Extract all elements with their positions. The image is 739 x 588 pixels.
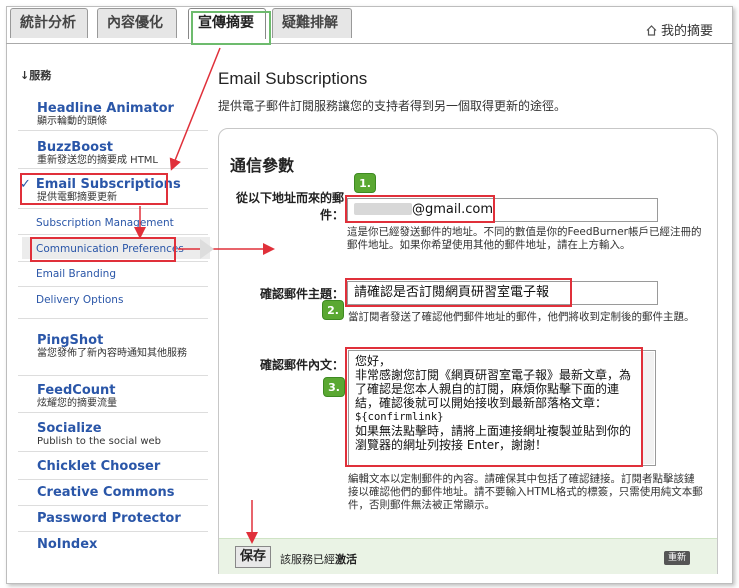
sidebar-item-chicklet-chooser[interactable]: Chicklet Chooser — [20, 460, 160, 474]
sidebar-item-label: Password Protector — [37, 511, 181, 526]
sidebar-item-desc: 顯示輪動的頭條 — [37, 116, 107, 127]
sidebar-item-noindex[interactable]: NoIndex — [20, 538, 97, 552]
status-value: 激活 — [335, 553, 357, 566]
step-badge-2: 2. — [322, 300, 344, 320]
sidebar-item-label: BuzzBoost — [37, 140, 114, 155]
sidebar-item-desc: 重新發送您的摘要成 HTML — [37, 155, 159, 166]
highlight-subject — [345, 278, 572, 307]
subitem-delivery-options[interactable]: Delivery Options — [36, 294, 123, 306]
sidebar-item-pingshot[interactable]: PingShot 當您發佈了新內容時通知其他服務 — [20, 333, 197, 360]
reactivate-button[interactable]: 重新 — [664, 551, 690, 565]
step-badge-3: 3. — [323, 377, 345, 397]
subitem-subscription-management[interactable]: Subscription Management — [36, 217, 174, 229]
from-address-label: 從以下地址而來的郵件： — [235, 191, 344, 222]
sidebar-item-password-protector[interactable]: Password Protector — [20, 512, 181, 526]
home-icon — [646, 25, 657, 36]
sidebar-item-label: Chicklet Chooser — [37, 459, 161, 474]
save-button[interactable]: 保存 — [235, 546, 271, 568]
divider — [18, 531, 208, 532]
tab-optimize[interactable]: 內容優化 — [97, 8, 177, 38]
sidebar-item-creative-commons[interactable]: Creative Commons — [20, 486, 175, 500]
highlight-email-subscriptions — [20, 173, 168, 205]
body-label: 確認郵件內文： — [259, 358, 344, 372]
step-badge-1: 1. — [354, 173, 376, 193]
subitem-email-branding[interactable]: Email Branding — [36, 268, 116, 280]
divider — [18, 375, 208, 376]
divider — [18, 168, 208, 169]
divider — [18, 130, 208, 131]
textarea-scrollbar[interactable] — [642, 352, 654, 464]
sidebar-item-buzzboost[interactable]: BuzzBoost 重新發送您的摘要成 HTML — [20, 140, 159, 167]
from-address-help: 這是你已經發送郵件的地址。不同的數值是你的FeedBurner帳戶已經注冊的郵件… — [347, 226, 702, 251]
divider — [18, 505, 208, 506]
body-help: 編輯文本以定制郵件的內容。請確保其中包括了確認鏈接。訂閱者點擊該鏈接以確認他們的… — [348, 473, 703, 511]
sidebar-item-label: Creative Commons — [37, 485, 175, 500]
sidebar-item-socialize[interactable]: Socialize Publish to the social web — [20, 421, 161, 448]
status-prefix: 該服務已經 — [280, 553, 335, 566]
divider — [18, 451, 208, 452]
divider — [18, 286, 208, 287]
panel-title: 通信參數 — [230, 156, 295, 175]
divider — [18, 479, 208, 480]
sidebar-item-feedcount[interactable]: FeedCount 炫耀您的摘要流量 — [20, 383, 117, 410]
sidebar-item-desc: 炫耀您的摘要流量 — [37, 398, 117, 409]
sidebar-item-label: FeedCount — [37, 383, 116, 398]
my-digest-label: 我的摘要 — [660, 24, 713, 39]
services-heading: ↓服務 — [20, 69, 52, 82]
sidebar-item-label: Headline Animator — [37, 101, 174, 116]
page-title: Email Subscriptions — [218, 69, 368, 88]
active-tab-highlight — [191, 11, 271, 45]
divider — [18, 234, 208, 235]
sidebar-item-desc: 當您發佈了新內容時通知其他服務 — [37, 348, 187, 359]
page-subtitle: 提供電子郵件訂閱服務讓您的支持者得到另一個取得更新的途徑。 — [218, 99, 567, 113]
sidebar-item-label: Socialize — [37, 421, 102, 436]
tab-analytics[interactable]: 統計分析 — [10, 8, 88, 38]
highlight-communication-preferences — [30, 237, 176, 262]
highlight-from-address — [345, 195, 495, 223]
highlight-body — [345, 347, 643, 467]
subject-help: 當訂閱者發送了確認他們郵件地址的郵件，他們將收到定制後的郵件主題。 — [348, 311, 695, 323]
sidebar-item-headline-animator[interactable]: Headline Animator 顯示輪動的頭條 — [20, 101, 174, 128]
service-status: 該服務已經激活 — [280, 551, 357, 567]
sidebar-item-desc: Publish to the social web — [37, 436, 161, 447]
divider — [18, 208, 208, 209]
tab-troubleshoot[interactable]: 疑難排解 — [272, 8, 352, 38]
sidebar-item-label: PingShot — [37, 333, 104, 348]
my-digest-link[interactable]: 我的摘要 — [646, 20, 713, 39]
divider — [18, 412, 208, 413]
divider — [18, 318, 208, 319]
sidebar-item-label: NoIndex — [37, 537, 98, 552]
